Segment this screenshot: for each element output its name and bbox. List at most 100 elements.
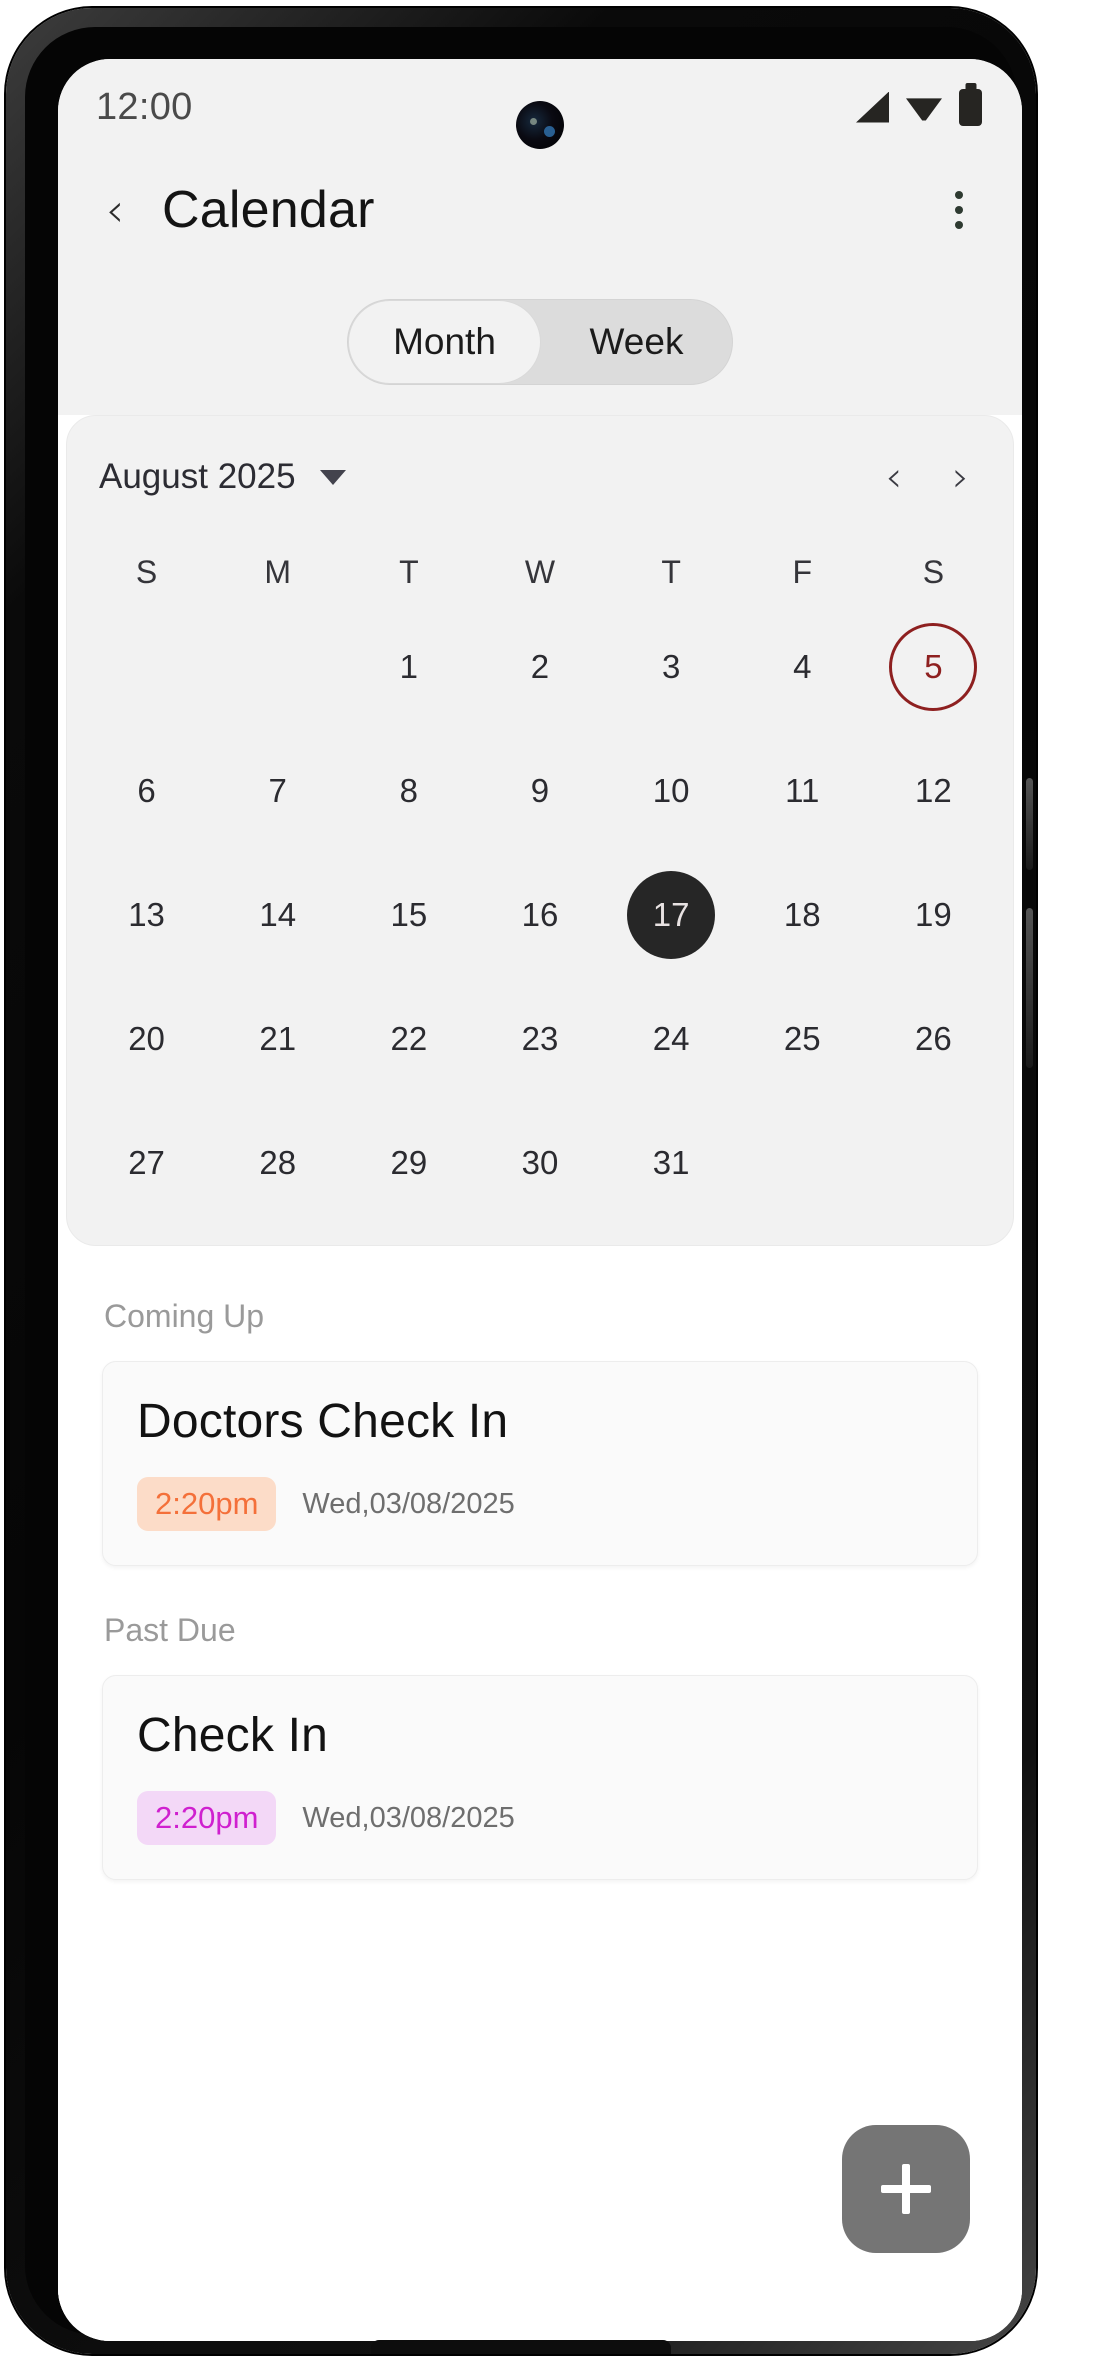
day-number[interactable]: 20 <box>103 995 191 1083</box>
date-cell[interactable]: 19 <box>868 867 999 963</box>
date-cell[interactable]: 18 <box>737 867 868 963</box>
event-date: Wed,03/08/2025 <box>302 1801 515 1834</box>
front-camera-punch-hole <box>516 101 564 149</box>
date-week-row: 20 21 22 23 24 25 26 <box>67 991 1013 1087</box>
date-grid: 1 2 3 4 5 6 7 8 9 10 11 12 13 14 15 16 17 18 19 20 21 22 23 24 2… <box>67 619 1013 1211</box>
event-date: Wed,03/08/2025 <box>302 1487 515 1520</box>
date-cell[interactable]: 22 <box>343 991 474 1087</box>
event-time-badge: 2:20pm <box>137 1477 277 1531</box>
day-number[interactable]: 7 <box>234 747 322 835</box>
date-cell[interactable]: 6 <box>81 743 212 839</box>
date-cell[interactable]: 16 <box>474 867 605 963</box>
date-cell[interactable]: 12 <box>868 743 999 839</box>
day-number[interactable]: 24 <box>627 995 715 1083</box>
view-toggle: Month Week <box>58 265 1022 415</box>
date-cell[interactable]: 20 <box>81 991 212 1087</box>
event-card[interactable]: Doctors Check In 2:20pm Wed,03/08/2025 <box>102 1361 978 1566</box>
day-number[interactable]: 27 <box>103 1119 191 1207</box>
day-number[interactable]: 4 <box>758 623 846 711</box>
day-number[interactable]: 26 <box>889 995 977 1083</box>
event-meta: 2:20pm Wed,03/08/2025 <box>137 1477 943 1531</box>
date-cell[interactable]: 10 <box>606 743 737 839</box>
date-cell[interactable]: 2 <box>474 619 605 715</box>
day-number[interactable]: 16 <box>496 871 584 959</box>
prev-month-button[interactable]: ‹ <box>885 456 902 498</box>
date-cell[interactable]: 27 <box>81 1115 212 1211</box>
date-cell[interactable]: 9 <box>474 743 605 839</box>
volume-button[interactable] <box>1026 778 1033 870</box>
date-cell[interactable]: 13 <box>81 867 212 963</box>
day-number[interactable]: 22 <box>365 995 453 1083</box>
date-cell[interactable]: 15 <box>343 867 474 963</box>
day-number[interactable]: 1 <box>365 623 453 711</box>
day-number[interactable]: 3 <box>627 623 715 711</box>
date-cell[interactable]: 1 <box>343 619 474 715</box>
day-number[interactable]: 23 <box>496 995 584 1083</box>
day-number[interactable]: 12 <box>889 747 977 835</box>
day-number[interactable]: 9 <box>496 747 584 835</box>
day-number[interactable]: 11 <box>758 747 846 835</box>
phone-frame: 12:00 ‹ Calendar Month Week August 2025 … <box>6 8 1036 2354</box>
calendar-header: August 2025 ‹ › <box>67 438 1013 508</box>
calendar-nav: ‹ › <box>885 456 969 498</box>
screenshot-stage: 12:00 ‹ Calendar Month Week August 2025 … <box>0 0 1118 2362</box>
next-month-button[interactable]: › <box>952 456 969 498</box>
date-cell[interactable]: 17 <box>606 867 737 963</box>
phone-screen: 12:00 ‹ Calendar Month Week August 2025 … <box>58 59 1022 2341</box>
date-cell[interactable]: 11 <box>737 743 868 839</box>
date-cell[interactable]: 26 <box>868 991 999 1087</box>
signal-icon <box>856 91 889 123</box>
date-cell-empty <box>737 1115 868 1211</box>
date-cell[interactable]: 8 <box>343 743 474 839</box>
tab-week[interactable]: Week <box>541 300 732 384</box>
day-number[interactable]: 15 <box>365 871 453 959</box>
day-number[interactable]: 19 <box>889 871 977 959</box>
day-number[interactable]: 29 <box>365 1119 453 1207</box>
date-cell[interactable]: 4 <box>737 619 868 715</box>
date-cell[interactable]: 28 <box>212 1115 343 1211</box>
date-cell[interactable]: 5 <box>868 619 999 715</box>
day-number[interactable]: 17 <box>627 871 716 959</box>
date-cell[interactable]: 25 <box>737 991 868 1087</box>
date-cell[interactable]: 23 <box>474 991 605 1087</box>
day-number[interactable]: 25 <box>758 995 846 1083</box>
date-cell[interactable]: 31 <box>606 1115 737 1211</box>
day-number[interactable]: 28 <box>234 1119 322 1207</box>
date-week-row: 6 7 8 9 10 11 12 <box>67 743 1013 839</box>
day-number[interactable]: 5 <box>889 623 978 711</box>
app-bar: ‹ Calendar <box>58 155 1022 265</box>
date-cell[interactable]: 7 <box>212 743 343 839</box>
day-number[interactable]: 14 <box>234 871 322 959</box>
event-title: Doctors Check In <box>137 1395 509 1448</box>
day-number[interactable]: 31 <box>627 1119 715 1207</box>
day-number[interactable]: 30 <box>496 1119 584 1207</box>
day-number[interactable]: 8 <box>365 747 453 835</box>
kebab-menu-icon[interactable] <box>932 183 986 237</box>
date-week-row: 12345 <box>67 619 1013 715</box>
chevron-down-icon[interactable] <box>319 469 346 485</box>
status-bar: 12:00 <box>58 59 1022 155</box>
day-number[interactable]: 21 <box>234 995 322 1083</box>
day-number[interactable]: 18 <box>758 871 846 959</box>
day-number[interactable]: 2 <box>496 623 584 711</box>
add-event-fab[interactable] <box>842 2125 970 2253</box>
tab-month[interactable]: Month <box>348 300 541 384</box>
month-label[interactable]: August 2025 <box>99 457 296 497</box>
day-number[interactable]: 10 <box>627 747 715 835</box>
event-card[interactable]: Check In 2:20pm Wed,03/08/2025 <box>102 1675 978 1880</box>
power-button[interactable] <box>1026 908 1033 1068</box>
date-cell[interactable]: 29 <box>343 1115 474 1211</box>
date-cell[interactable]: 30 <box>474 1115 605 1211</box>
battery-icon <box>959 88 982 126</box>
app-content: ‹ Calendar Month Week August 2025 ‹ › S … <box>58 155 1022 2341</box>
date-cell[interactable]: 21 <box>212 991 343 1087</box>
back-button[interactable]: ‹ <box>88 183 142 237</box>
day-number[interactable]: 6 <box>103 747 191 835</box>
date-cell[interactable]: 14 <box>212 867 343 963</box>
calendar-card: August 2025 ‹ › SMTWTFS 1 2 3 4 5 6 7 8 9 10 11 12 1… <box>66 415 1014 1246</box>
segmented-control: Month Week <box>347 299 733 385</box>
date-cell[interactable]: 24 <box>606 991 737 1087</box>
day-number[interactable]: 13 <box>103 871 191 959</box>
weekday-label: S <box>922 554 945 590</box>
date-cell[interactable]: 3 <box>606 619 737 715</box>
